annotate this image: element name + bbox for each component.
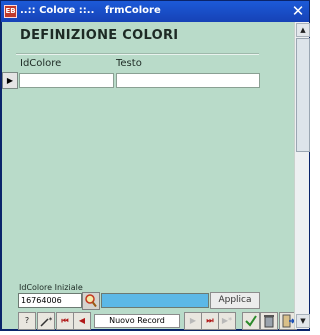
record-selector[interactable]: ▶	[2, 72, 18, 89]
initial-id-input[interactable]: 16764006	[18, 293, 82, 308]
close-button[interactable]: ✕	[291, 3, 305, 19]
previous-record-button[interactable]: ◀	[73, 312, 91, 330]
wizard-button[interactable]: ✶	[37, 312, 55, 330]
testo-field[interactable]	[116, 73, 260, 88]
scroll-up-button[interactable]: ▲	[296, 23, 310, 37]
search-button[interactable]	[82, 292, 100, 310]
checkmark-icon	[245, 315, 257, 327]
search-icon	[85, 294, 97, 308]
idcolore-field[interactable]	[19, 73, 114, 88]
magic-wand-icon: ✶	[40, 316, 53, 327]
save-button[interactable]	[242, 312, 260, 330]
column-header-testo: Testo	[116, 58, 142, 69]
scrollbar-thumb[interactable]	[296, 38, 310, 152]
form-window: EB ..:: Colore ::.. frmColore ✕ DEFINIZI…	[0, 0, 310, 331]
apply-button[interactable]: Applica	[210, 292, 260, 309]
form-icon: EB	[4, 5, 17, 18]
page-title: DEFINIZIONE COLORI	[20, 28, 179, 43]
column-header-idcolore: IdColore	[20, 58, 62, 69]
vertical-scrollbar[interactable]: ▲ ▼	[294, 22, 310, 329]
last-record-button[interactable]: ⏭	[201, 312, 219, 330]
scroll-down-button[interactable]: ▼	[296, 314, 310, 328]
first-record-button[interactable]: ⏮	[56, 312, 74, 330]
help-button[interactable]: ?	[18, 312, 36, 330]
form-body: DEFINIZIONE COLORI IdColore Testo ▶ IdCo…	[2, 22, 310, 330]
initial-id-label: IdColore Iniziale	[19, 283, 83, 292]
divider	[16, 53, 259, 55]
next-record-button[interactable]: ▶	[184, 312, 202, 330]
record-status: Nuovo Record	[94, 314, 180, 328]
svg-text:✶: ✶	[48, 316, 53, 323]
title-bar: EB ..:: Colore ::.. frmColore ✕	[1, 1, 309, 22]
trash-icon	[264, 315, 274, 328]
color-preview	[101, 293, 209, 308]
new-record-button[interactable]: ▶*	[218, 312, 236, 330]
delete-button[interactable]	[260, 312, 278, 330]
window-title: ..:: Colore ::.. frmColore	[20, 5, 161, 16]
